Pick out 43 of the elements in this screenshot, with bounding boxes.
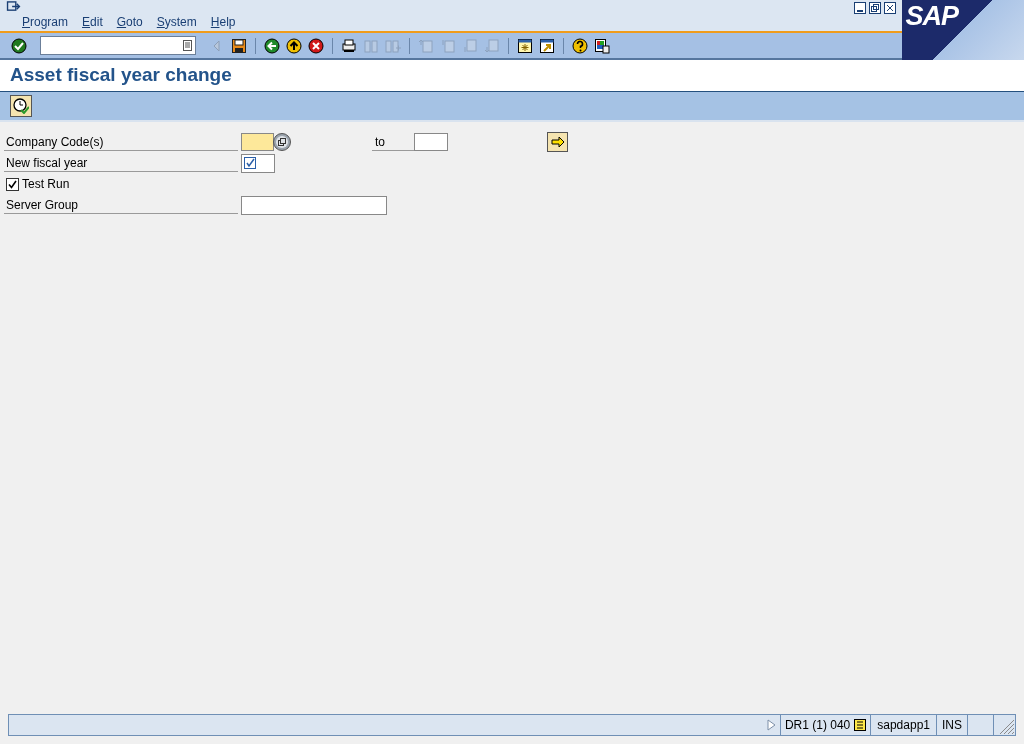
input-field[interactable] [414,133,448,151]
execute-button[interactable] [10,95,32,117]
sap-logo: SAP [905,1,958,31]
resize-grip-icon[interactable] [997,717,1015,735]
back-icon[interactable] [264,37,280,54]
required-entry-icon [244,157,256,169]
input-field[interactable] [241,153,275,173]
menu-item[interactable]: System [156,13,197,31]
dropdown-list-icon[interactable] [183,40,192,51]
server-name: sapdapp1 [870,715,936,735]
help-icon[interactable] [572,37,588,54]
minimize-icon[interactable] [854,2,866,14]
field-label: Company Code(s) [4,133,238,151]
menu-item[interactable]: Program [22,13,69,31]
layout-icon[interactable] [594,37,610,54]
command-field[interactable] [40,36,196,55]
input-field[interactable] [241,195,387,215]
multiple-selection-button[interactable] [547,132,568,152]
up-arrow-icon[interactable] [286,37,302,54]
field-label: Server Group [4,196,238,214]
menu-item[interactable]: Help [210,13,236,31]
list-icon[interactable] [854,719,867,731]
new-window-icon[interactable] [517,37,533,54]
check-icon[interactable] [11,37,27,54]
system-info: DR1 (1) 040 [784,717,851,734]
expand-arrow-icon[interactable] [766,719,776,731]
screen-title: Asset fiscal year change [10,63,232,88]
right-arrow-icon [550,136,565,148]
menu-icon[interactable] [6,1,21,12]
checkbox[interactable] [6,177,19,191]
checkbox-label: Test Run [22,176,70,193]
field-label: New fiscal year [4,154,238,172]
menu-item[interactable]: Goto [116,13,143,31]
printer-icon[interactable] [341,37,357,54]
clock-check-icon [13,98,29,114]
multiple-selection-icon[interactable] [273,133,291,151]
close-icon[interactable] [884,2,896,14]
cancel-icon[interactable] [308,37,324,54]
restore-icon[interactable] [869,2,881,14]
input-mode: INS [936,715,967,735]
menu-item[interactable]: Edit [82,13,103,31]
input-field[interactable] [241,133,274,151]
shortcut-icon[interactable] [539,37,555,54]
